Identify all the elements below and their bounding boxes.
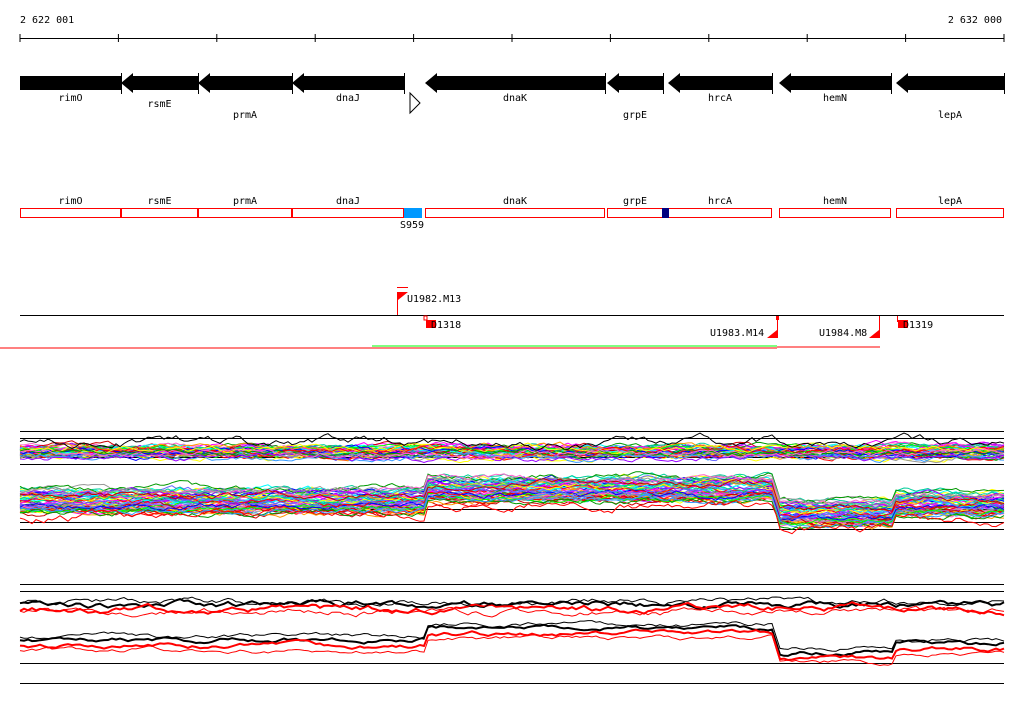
gene-box[interactable] [20,208,121,218]
gene-box[interactable] [198,208,292,218]
gene-box[interactable] [292,208,404,218]
gene-box-grpE[interactable]: grpE [607,196,663,218]
marker-tick [423,315,428,321]
expression-track-summary [19,584,1005,684]
gene-box-prmA[interactable]: prmA [198,196,292,218]
gene-label: grpE [623,110,647,121]
gene-box[interactable] [607,208,663,218]
gene-arrow[interactable] [779,73,891,93]
gene-box-label: dnaK [503,196,527,207]
summary-line [19,628,1005,662]
gene-box-label: lepA [938,196,962,207]
gene-box-rsmE[interactable]: rsmE [121,196,198,218]
expression-track-colored [19,431,1005,535]
summary-line [19,623,1005,657]
u1984-flag[interactable] [869,330,879,338]
s959-label: S959 [400,220,424,231]
u1983-label[interactable]: U1983.M14 [710,328,764,339]
ruler-start-label: 2 622 001 [20,15,74,26]
small-forward-gene[interactable] [409,91,421,115]
gene-arrow[interactable] [668,73,772,93]
gene-prmA[interactable]: prmA [198,73,293,121]
gene-box-label: grpE [623,196,647,207]
gene-box-track: rimO rsmE prmA dnaJ dnaK grpE hrcA hemN lepA [20,196,1004,218]
gene-arrow[interactable] [425,73,605,93]
u1984-label[interactable]: U1984.M8 [819,328,867,339]
d1318-label[interactable]: D1318 [431,320,461,331]
gene-box-label: rimO [58,196,82,207]
gene-arrow[interactable] [896,73,1004,93]
gene-box-label: hrcA [708,196,732,207]
gene-label: hemN [823,93,847,104]
gene-box-hrcA[interactable]: hrcA [668,196,772,218]
gene-label: dnaJ [336,93,360,104]
gene-box-hemN[interactable]: hemN [779,196,891,218]
gene-grpE[interactable]: grpE [607,73,664,121]
gene-label: dnaK [503,93,527,104]
gene-box-label: rsmE [147,196,171,207]
gene-arrow[interactable] [20,76,121,90]
d1319-label[interactable]: D1319 [903,320,933,331]
gene-box-dnaJ[interactable]: dnaJ [292,196,404,218]
gene-box[interactable] [896,208,1004,218]
gene-label: rimO [58,93,82,104]
navy-feature[interactable] [662,208,669,218]
gene-hemN[interactable]: hemN [779,73,892,104]
gene-box[interactable] [121,208,198,218]
gene-label: rsmE [147,99,171,110]
gene-box-lepA[interactable]: lepA [896,196,1004,218]
gene-label: prmA [233,110,257,121]
gene-hrcA[interactable]: hrcA [668,73,773,104]
gene-rimO[interactable]: rimO [20,73,122,104]
gene-dnaK[interactable]: dnaK [425,73,606,104]
u1982-label[interactable]: U1982.M13 [407,294,461,305]
gene-box-dnaK[interactable]: dnaK [425,196,605,218]
gene-arrow-track: rimO rsmE prmA dnaJ dnaK grpE hrcA hemN lepA [20,73,1005,121]
gene-box-label: prmA [233,196,257,207]
gene-dnaJ[interactable]: dnaJ [292,73,405,104]
ruler: 2 622 001 2 632 000 [19,15,1005,42]
gene-box-label: hemN [823,196,847,207]
gene-label: lepA [938,110,962,121]
gene-arrow[interactable] [607,73,663,93]
marker-track: U1982.M13 D1318 U1983.M14 U1984.M8 D1319 [0,287,1004,349]
gene-box-rimO[interactable]: rimO [20,196,121,218]
s959-feature[interactable] [404,208,422,218]
gene-box[interactable] [779,208,891,218]
genome-browser: 2 622 001 2 632 000 rimO rsmE prmA dnaJ dnaK… [0,15,1005,684]
gene-arrow[interactable] [292,73,404,93]
summary-line [19,634,1005,667]
ruler-end-label: 2 632 000 [948,15,1002,26]
summary-line [19,605,1005,618]
summary-line [19,620,1005,652]
gene-label: hrcA [708,93,732,104]
u1983-flag[interactable] [767,330,777,338]
gene-lepA[interactable]: lepA [896,73,1005,121]
marker-tick [776,316,779,320]
gene-box[interactable] [668,208,772,218]
gene-box[interactable] [425,208,605,218]
gene-arrow[interactable] [121,73,198,93]
gene-box-label: dnaJ [336,196,360,207]
gene-arrow[interactable] [198,73,292,93]
gene-rsmE[interactable]: rsmE [121,73,199,110]
